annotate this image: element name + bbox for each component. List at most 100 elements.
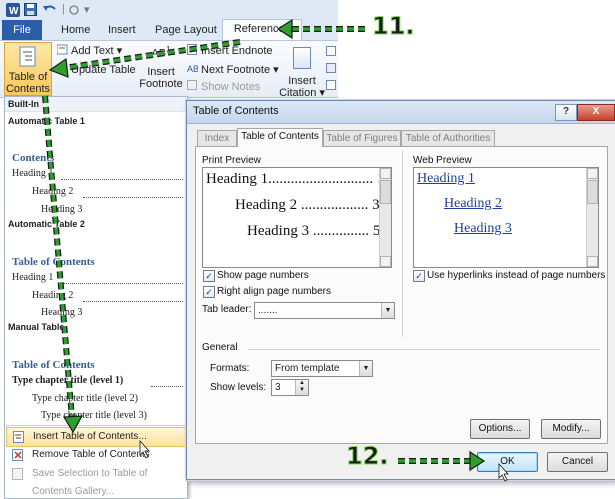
gallery-heading-1: Heading 1 [12, 272, 54, 283]
insert-table-of-contents-item[interactable]: Insert Table of Contents... [6, 427, 187, 447]
gallery-heading-3: Heading 3 [41, 204, 83, 215]
scroll-up-arrow-icon[interactable] [587, 168, 598, 179]
automatic-table-2-preview[interactable]: Table of Contents Heading 1 Heading 2 He… [5, 233, 187, 318]
show-levels-spinner[interactable]: 3 ▲ ▼ [271, 379, 309, 396]
web-preview-link-1[interactable]: Heading 1 [417, 171, 475, 187]
insert-endnote-button[interactable]: i Insert Endnote [187, 44, 273, 57]
tab-leader-label: Tab leader: [202, 304, 252, 315]
table-of-contents-button[interactable]: Table of Contents ▾ [4, 42, 52, 107]
next-footnote-button[interactable]: AB Next Footnote ▾ [187, 63, 279, 76]
insert-footnote-button[interactable]: AB1 Insert Footnote [139, 44, 183, 90]
step-11-label: 11. [372, 12, 416, 41]
table-of-contents-dialog: Table of Contents ? X Index Table of Con… [186, 100, 615, 480]
customize-qat-icon[interactable]: ▾ [84, 3, 90, 17]
right-align-page-numbers-label: Right align page numbers [217, 286, 331, 297]
gallery-heading-2: Heading 2 [32, 290, 74, 301]
scroll-down-arrow-icon[interactable] [587, 256, 598, 267]
tab-table-of-authorities[interactable]: Table of Authorities [401, 130, 495, 147]
citation-icon [278, 44, 326, 72]
gallery-heading-3: Heading 3 [41, 307, 83, 318]
general-label: General [202, 342, 238, 353]
manual-table-preview[interactable]: Table of Contents Type chapter title (le… [5, 337, 187, 423]
ok-button[interactable]: OK [477, 452, 538, 472]
remove-table-of-contents-item[interactable]: Remove Table of Contents [6, 446, 186, 464]
undo-icon[interactable] [42, 3, 58, 17]
gallery-chapter-level-1: Type chapter title (level 1) [12, 375, 124, 386]
tab-references[interactable]: References [222, 19, 302, 41]
gallery-toc-title: Table of Contents [12, 359, 95, 371]
use-hyperlinks-label: Use hyperlinks instead of page numbers [427, 270, 606, 281]
show-page-numbers-label: Show page numbers [217, 270, 309, 281]
web-preview-link-2[interactable]: Heading 2 [444, 196, 502, 212]
print-preview-scrollbar[interactable] [379, 168, 391, 267]
update-table-button[interactable]: Update Table [57, 63, 136, 76]
use-hyperlinks-checkbox[interactable]: ✓ [413, 270, 425, 282]
save-selection-icon [12, 468, 24, 487]
endnote-icon: i [187, 44, 198, 55]
spinner-arrows-icon[interactable]: ▲ ▼ [295, 380, 308, 395]
scroll-thumb[interactable] [380, 180, 391, 204]
scroll-thumb[interactable] [587, 180, 598, 204]
tab-insert[interactable]: Insert [102, 21, 142, 39]
style-icon[interactable] [326, 63, 336, 76]
print-preview-box: Heading 1............................ 1 … [202, 167, 392, 268]
qat-separator: | [62, 3, 65, 15]
bibliography-icon[interactable] [326, 80, 336, 93]
print-preview-label: Print Preview [202, 155, 261, 166]
preview-divider [402, 151, 403, 337]
word-logo-icon: W [6, 3, 20, 17]
tab-index[interactable]: Index [197, 130, 237, 147]
tab-leader-dropdown[interactable]: ....... ▼ [254, 302, 395, 319]
help-button[interactable]: ? [555, 104, 577, 121]
dialog-title-bar: Table of Contents ? X [187, 101, 615, 124]
gallery-heading-1: Heading 1 [12, 168, 54, 179]
modify-button[interactable]: Modify... [541, 419, 601, 439]
tab-table-of-contents[interactable]: Table of Contents [237, 128, 323, 147]
update-table-icon [57, 63, 68, 74]
toc-button-label-line1: Table of [8, 71, 48, 83]
right-align-page-numbers-checkbox[interactable]: ✓ [203, 286, 215, 298]
print-preview-heading-1: Heading 1............................ 1 [206, 171, 384, 187]
next-footnote-icon: AB [187, 63, 199, 74]
manage-sources-icon[interactable] [326, 46, 336, 59]
show-notes-button[interactable]: Show Notes [187, 80, 260, 93]
formats-label: Formats: [210, 363, 250, 374]
tab-table-of-figures[interactable]: Table of Figures [323, 130, 401, 147]
footnote-icon: AB1 [151, 45, 171, 60]
web-preview-label: Web Preview [413, 155, 472, 166]
gallery-toc-title: Table of Contents [12, 256, 95, 268]
print-preview-heading-3: Heading 3 ............... 5 [247, 223, 381, 239]
dropdown-arrow-icon: ▼ [359, 361, 372, 376]
toc-gallery-dropdown: Built-In Automatic Table 1 Contents Head… [4, 96, 188, 499]
manual-table-label: Manual Table [8, 322, 65, 332]
show-levels-label: Show levels: [210, 382, 267, 393]
redo-icon[interactable] [68, 3, 80, 17]
add-text-button[interactable]: Add Text ▾ [56, 44, 122, 57]
gallery-toc-title: Contents [12, 152, 55, 164]
scroll-up-arrow-icon[interactable] [380, 168, 391, 179]
table-of-contents-icon [5, 43, 51, 71]
close-button[interactable]: X [577, 104, 615, 121]
cancel-button[interactable]: Cancel [547, 452, 608, 472]
options-button[interactable]: Options... [470, 419, 530, 439]
gallery-divider [5, 425, 187, 426]
save-selection-to-toc-gallery-item[interactable]: Save Selection to Table of Contents Gall… [6, 465, 186, 497]
save-icon[interactable] [24, 3, 37, 17]
automatic-table-1-preview[interactable]: Contents Heading 1 Heading 2 Heading 3 [5, 131, 187, 217]
builtin-label: Built-In [8, 99, 39, 109]
show-page-numbers-checkbox[interactable]: ✓ [203, 270, 215, 282]
show-notes-icon [187, 80, 198, 91]
tab-page-layout[interactable]: Page Layout [149, 21, 223, 39]
add-text-icon [56, 44, 68, 55]
web-preview-scrollbar[interactable] [586, 168, 598, 267]
insert-citation-button[interactable]: Insert Citation ▾ [278, 44, 326, 99]
tab-home[interactable]: Home [55, 21, 96, 39]
toc-tab-panel: Print Preview Heading 1.................… [195, 146, 608, 444]
print-preview-heading-2: Heading 2 .................. 3 [235, 197, 380, 213]
formats-dropdown[interactable]: From template ▼ [271, 360, 373, 377]
tab-file[interactable]: File [2, 20, 42, 40]
web-preview-link-3[interactable]: Heading 3 [454, 221, 512, 237]
scroll-down-arrow-icon[interactable] [380, 256, 391, 267]
automatic-table-2-label: Automatic Table 2 [8, 219, 85, 229]
web-preview-box: Heading 1 Heading 2 Heading 3 [413, 167, 599, 268]
